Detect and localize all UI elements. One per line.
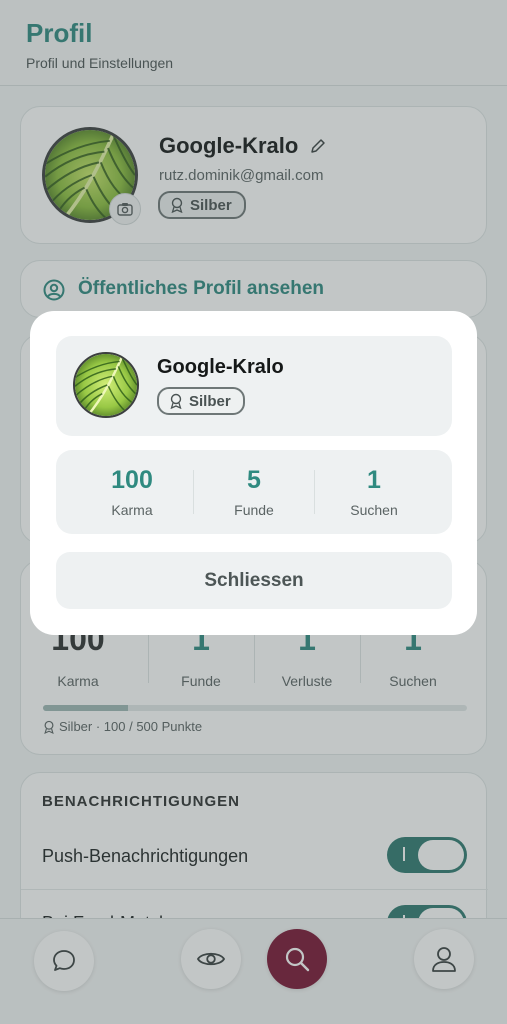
stat-label: Funde: [234, 502, 274, 518]
modal-user-card: Google-Kralo Silber: [56, 336, 452, 436]
leaf-photo: [75, 354, 137, 416]
close-button[interactable]: Schliessen: [56, 552, 452, 609]
stat-value: 1: [367, 466, 381, 494]
modal-level-badge: Silber: [157, 387, 245, 415]
stat-label: Karma: [111, 502, 153, 518]
stat-label: Suchen: [350, 502, 398, 518]
modal-stat-funde: 5 Funde: [194, 466, 314, 518]
modal-username: Google-Kralo: [157, 356, 284, 378]
profile-preview-modal: Google-Kralo Silber 100 Karma 5 Funde 1 …: [30, 311, 477, 635]
modal-stat-suchen: 1 Suchen: [314, 466, 434, 518]
modal-stat-karma: 100 Karma: [72, 466, 192, 518]
award-icon: [170, 393, 182, 409]
modal-stats: 100 Karma 5 Funde 1 Suchen: [56, 450, 452, 534]
stat-value: 5: [247, 466, 261, 494]
modal-avatar: [73, 352, 139, 418]
stat-value: 100: [111, 466, 153, 494]
modal-level-badge-label: Silber: [189, 392, 231, 410]
